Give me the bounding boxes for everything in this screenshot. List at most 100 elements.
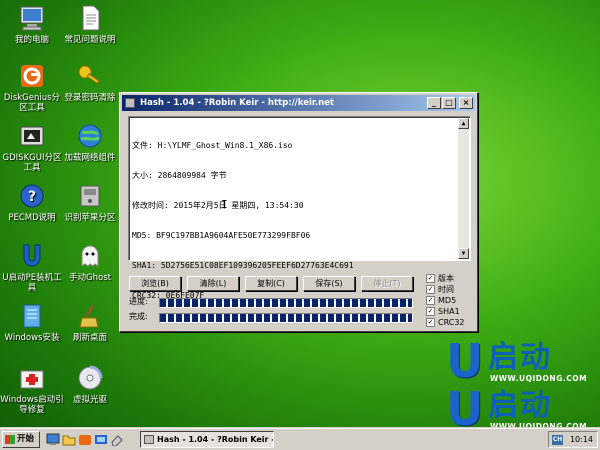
desktop-icon-boot-repair[interactable]: Windows启动引导修复 xyxy=(0,364,64,415)
checkbox-crc32[interactable]: ✓ CRC32 xyxy=(426,317,465,328)
maximize-button[interactable]: □ xyxy=(442,97,456,109)
desktop-icon-password-clear[interactable]: 登录密码清除 xyxy=(58,62,122,103)
checkbox-checked-icon: ✓ xyxy=(426,285,435,294)
gdisk-icon xyxy=(18,122,46,150)
output-line-file: 文件: H:\YLMF_Ghost_Win8.1_X86.iso xyxy=(132,141,293,150)
scroll-up-icon[interactable]: ▲ xyxy=(458,118,469,129)
checkbox-checked-icon: ✓ xyxy=(426,274,435,283)
hash-output-textarea[interactable]: 文件: H:\YLMF_Ghost_Win8.1_X86.iso 大小: 286… xyxy=(128,116,471,300)
desktop-icon-refresh-desktop[interactable]: 刷新桌面 xyxy=(58,302,122,343)
checkbox-sha1[interactable]: ✓ SHA1 xyxy=(426,306,465,317)
text-cursor-icon: I xyxy=(221,198,228,211)
desktop-icon-label: 加载网络组件 xyxy=(64,153,116,163)
cd-icon xyxy=(76,364,104,392)
output-line-sha1: SHA1: 5D2756E51C08EF109396205FEEF6D27763… xyxy=(132,261,354,270)
desktop-icon-label: 常见问题说明 xyxy=(64,35,116,45)
checkbox-label: 时间 xyxy=(438,285,454,294)
desktop-icon-label: GDISKGUI分区工具 xyxy=(2,153,62,173)
progress-fill xyxy=(160,299,412,307)
key-icon xyxy=(76,62,104,90)
checkbox-label: MD5 xyxy=(438,296,457,305)
desktop-icon-label: U启动PE装机工具 xyxy=(2,273,62,293)
computer-icon xyxy=(18,4,46,32)
checkbox-version[interactable]: ✓ 版本 xyxy=(426,273,465,284)
checkbox-checked-icon: ✓ xyxy=(426,296,435,305)
minimize-button[interactable]: _ xyxy=(427,97,441,109)
ime-indicator[interactable]: CH xyxy=(552,435,563,445)
svg-text:?: ? xyxy=(28,189,36,205)
complete-bar xyxy=(159,313,413,323)
desktop-icon-label: PECMD说明 xyxy=(8,213,56,223)
checkbox-time[interactable]: ✓ 时间 xyxy=(426,284,465,295)
help-icon: ? xyxy=(18,182,46,210)
desktop-icon-gdiskgui[interactable]: GDISKGUI分区工具 xyxy=(0,122,64,173)
desktop-icon-u-installer[interactable]: U启动PE装机工具 xyxy=(0,242,64,293)
network-quicklaunch-icon[interactable] xyxy=(94,433,108,446)
copy-button[interactable]: 复制(C) xyxy=(245,276,297,291)
windows-flag-icon xyxy=(5,435,15,444)
close-button[interactable]: × xyxy=(459,97,473,109)
brand-letter: U xyxy=(446,382,484,436)
checkbox-md5[interactable]: ✓ MD5 xyxy=(426,295,465,306)
desktop-icon-label: 刷新桌面 xyxy=(72,333,107,343)
desktop-icon-diskgenius[interactable]: DiskGenius分区工具 xyxy=(0,62,64,113)
first-aid-icon xyxy=(18,364,46,392)
save-button[interactable]: 保存(S) xyxy=(303,276,355,291)
clock[interactable]: 10:14 xyxy=(570,432,593,447)
window-titlebar[interactable]: Hash - 1.04 - ?Robin Keir - http://keir.… xyxy=(122,95,475,111)
checkbox-label: 版本 xyxy=(438,274,454,283)
desktop-icon-label: 手动Ghost xyxy=(69,273,111,283)
clear-button[interactable]: 清除(L) xyxy=(187,276,239,291)
diskgenius-icon xyxy=(18,62,46,90)
output-line-modified: 修改时间: 2015年2月5日 星期四, 13:54:30 xyxy=(132,201,304,210)
eraser-quicklaunch-icon[interactable] xyxy=(110,433,124,446)
hash-app-icon xyxy=(144,435,154,444)
window-title: Hash - 1.04 - ?Robin Keir - http://keir.… xyxy=(140,98,334,108)
u-logo-icon xyxy=(18,242,46,270)
tool-quicklaunch-icon[interactable] xyxy=(78,433,92,446)
ghost-icon xyxy=(76,242,104,270)
checkbox-checked-icon: ✓ xyxy=(426,318,435,327)
drive-icon xyxy=(76,182,104,210)
progress-label: 进度: xyxy=(129,297,148,306)
desktop-icon-label: 虚拟光驱 xyxy=(72,395,107,405)
start-button[interactable]: 开始 xyxy=(2,431,40,448)
desktop-icon-manual-ghost[interactable]: 手动Ghost xyxy=(58,242,122,283)
start-label: 开始 xyxy=(17,434,35,444)
desktop-icon-pecmd[interactable]: ? PECMD说明 xyxy=(0,182,64,223)
output-line-size: 大小: 2864809984 字节 xyxy=(132,171,227,180)
brand-url: WWW.UQIDONG.COM xyxy=(490,374,588,383)
app-icon xyxy=(125,98,135,108)
progress-bar xyxy=(159,298,413,308)
desktop-icon-apple-partition[interactable]: 识别苹果分区 xyxy=(58,182,122,223)
hash-window: Hash - 1.04 - ?Robin Keir - http://keir.… xyxy=(119,92,478,332)
desktop-icon-windows-setup[interactable]: Windows安装 xyxy=(0,302,64,343)
scroll-down-icon[interactable]: ▼ xyxy=(458,248,469,259)
desktop-icon-my-computer[interactable]: 我的电脑 xyxy=(0,4,64,45)
brand-name: 启动 xyxy=(488,388,552,423)
stop-button[interactable]: 停止(T) xyxy=(361,276,413,291)
checkbox-label: CRC32 xyxy=(438,318,465,327)
taskbar-item-hash[interactable]: Hash - 1.04 - ?Robin Keir - ... xyxy=(140,431,274,448)
desktop-icon-label: 我的电脑 xyxy=(14,35,49,45)
desktop-icon-network[interactable]: 加载网络组件 xyxy=(58,122,122,163)
desktop-icon-label: 识别苹果分区 xyxy=(64,213,116,223)
desktop-icon-label: 登录密码清除 xyxy=(64,93,116,103)
desktop-quicklaunch-icon[interactable] xyxy=(46,433,60,446)
desktop-icon-label: Windows启动引导修复 xyxy=(0,395,64,415)
install-icon xyxy=(18,302,46,330)
globe-icon xyxy=(76,122,104,150)
document-icon xyxy=(76,4,104,32)
vertical-scrollbar[interactable]: ▲ ▼ xyxy=(458,118,469,259)
brand-logo: U 启动 WWW.UQIDONG.COM xyxy=(444,386,594,434)
checkbox-label: SHA1 xyxy=(438,307,460,316)
explorer-quicklaunch-icon[interactable] xyxy=(62,433,76,446)
browse-button[interactable]: 浏览(B) xyxy=(129,276,181,291)
desktop-icon-faq[interactable]: 常见问题说明 xyxy=(58,4,122,45)
taskbar: 开始 Hash - 1.04 - ?Robin Keir - ... CH 10… xyxy=(0,428,600,450)
brand-logo: U 启动 WWW.UQIDONG.COM xyxy=(444,338,594,386)
complete-fill xyxy=(160,314,412,322)
brand-letter: U xyxy=(446,334,484,388)
desktop-icon-virtual-drive[interactable]: 虚拟光驱 xyxy=(58,364,122,405)
desktop-icon-label: Windows安装 xyxy=(4,333,60,343)
